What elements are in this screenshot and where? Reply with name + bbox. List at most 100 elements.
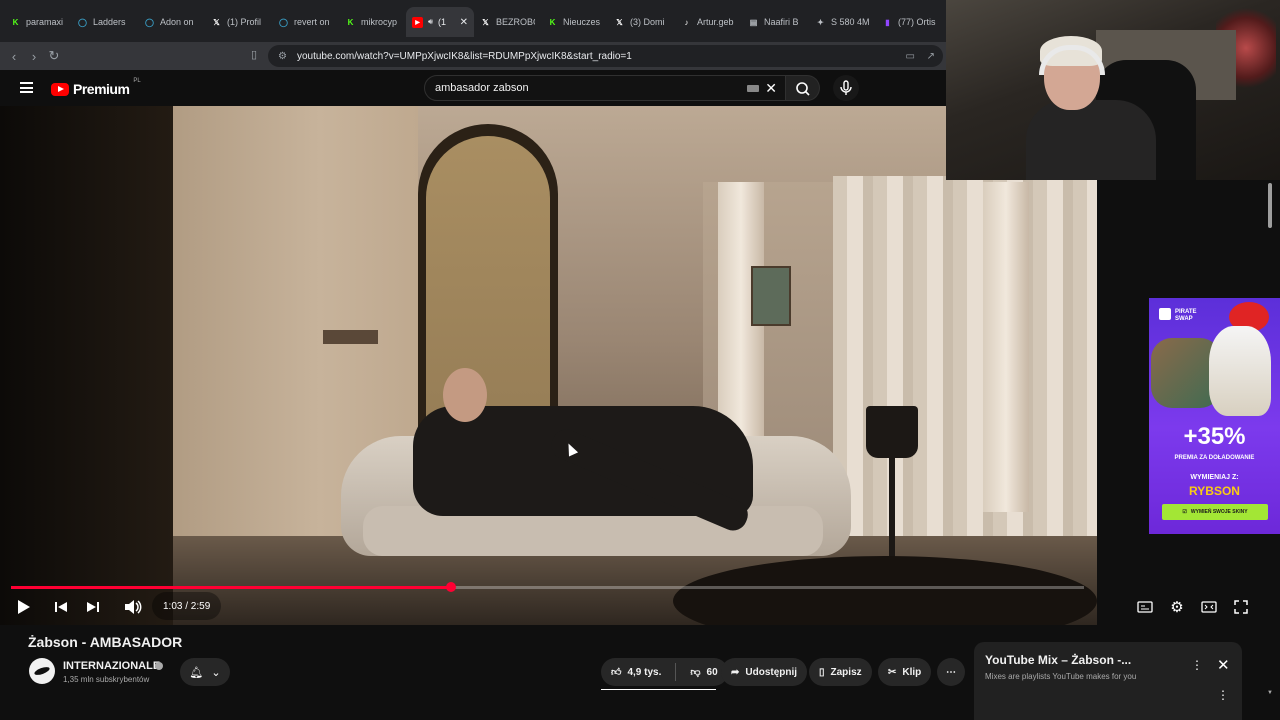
fullscreen-icon[interactable] [1232, 598, 1250, 616]
browser-tab[interactable]: ◯ Ladders [71, 7, 138, 37]
back-icon[interactable]: ‹ [4, 49, 24, 64]
browser-tab[interactable]: Kmikrocyp [339, 7, 406, 37]
voice-search-button[interactable] [833, 75, 859, 101]
ad-cta-label: WYMIEŃ SWOJE SKINY [1190, 509, 1248, 515]
subtitles-icon[interactable] [1136, 598, 1154, 616]
ad-subheadline: PREMIA ZA DOŁADOWANIE [1174, 455, 1255, 461]
install-icon[interactable]: ▭ [906, 51, 915, 62]
ad-partner: RYBSON [1189, 484, 1240, 498]
progress-bar[interactable] [11, 582, 1084, 592]
menu-icon[interactable] [20, 82, 33, 93]
browser-tab-label: S 580 4M [831, 17, 870, 27]
forward-icon[interactable]: › [24, 49, 44, 64]
time-display: 1:03 / 2:59 [152, 592, 222, 620]
save-button[interactable]: ▯ Zapisz [809, 658, 872, 686]
next-icon[interactable] [84, 598, 102, 616]
clear-search-icon[interactable]: ✕ [765, 80, 777, 97]
channel-avatar[interactable] [29, 658, 55, 684]
site-info-icon[interactable]: ⚙ [278, 51, 287, 62]
share-icon[interactable]: ↗ [927, 51, 935, 62]
ad-check-icon: ☑ [1182, 509, 1187, 515]
video-frame [173, 106, 1097, 625]
search-query: ambasador zabson [435, 82, 529, 94]
mix-menu-icon[interactable]: ⋮ [1191, 658, 1203, 672]
like-button[interactable]: 👍︎ 4,9 tys. [611, 666, 661, 679]
x-icon: 𝕏 [213, 17, 220, 27]
k-icon: K [12, 17, 19, 27]
settings-icon[interactable]: ⚙ [1168, 598, 1186, 616]
browser-tab-label: BEZROBO [496, 17, 535, 27]
bookmark-save-icon: ▯ [819, 666, 825, 678]
browser-tab[interactable]: 𝕏 BEZROBO [474, 7, 541, 37]
clip-button[interactable]: ✂ Klip [878, 658, 932, 686]
more-actions-button[interactable]: ⋯ [937, 658, 965, 686]
mix-more-icon[interactable]: ⋮ [1217, 688, 1229, 702]
search-button[interactable] [786, 75, 820, 101]
dislike-count: 60 [706, 666, 718, 678]
browser-tab[interactable]: ✦ S 580 4M [809, 7, 876, 37]
previous-icon[interactable] [52, 598, 70, 616]
mix-playlist-panel[interactable]: YouTube Mix – Żabson -... Mixes are play… [974, 642, 1242, 720]
close-tab-icon[interactable]: ✕ [460, 17, 468, 28]
dislike-button[interactable]: 👎︎ 60 [690, 666, 718, 679]
volume-icon[interactable] [124, 598, 142, 616]
share-label: Udostępnij [745, 666, 798, 678]
bookmark-icon[interactable]: ▯ [244, 48, 264, 61]
reload-icon[interactable]: ↻ [44, 48, 64, 64]
x-icon: 𝕏 [616, 17, 623, 27]
brand-label: Premium [73, 81, 130, 97]
browser-tab[interactable]: ♪ Artur.geb [675, 7, 742, 37]
keyboard-icon[interactable] [747, 85, 759, 92]
browser-tab-label: Ladders [93, 17, 126, 27]
audio-playing-icon[interactable]: 🔊︎ [428, 17, 433, 27]
youtube-logo[interactable]: Premium PL [51, 78, 141, 97]
like-ratio-bar [601, 689, 716, 690]
address-bar[interactable]: ⚙ youtube.com/watch?v=UMPpXjwcIK8&list=R… [268, 45, 943, 67]
progress-scrubber[interactable] [445, 582, 456, 592]
subscribed-button[interactable]: 🔔︎ ⌄ [180, 658, 230, 686]
scroll-down-icon[interactable]: ▼ [1266, 690, 1274, 696]
play-icon[interactable] [18, 600, 30, 614]
advertisement-banner[interactable]: PIRATE SWAP +35% PREMIA ZA DOŁADOWANIE W… [1149, 298, 1280, 534]
browser-tab-label: (1 [438, 17, 447, 27]
thumbs-up-icon: 👍︎ [611, 667, 622, 678]
time-text: 1:03 / 2:59 [163, 600, 211, 612]
webcam-overlay [946, 0, 1280, 180]
theater-mode-icon[interactable] [1200, 598, 1218, 616]
youtube-icon: ▶ [412, 16, 423, 28]
microphone-icon [840, 80, 852, 95]
video-letterbox [0, 106, 173, 625]
search-input[interactable]: ambasador zabson ✕ [424, 75, 786, 101]
browser-tab[interactable]: ▮ (77) Ortis [876, 7, 943, 37]
tiktok-icon: ♪ [684, 17, 689, 27]
ad-cta-button[interactable]: ☑ WYMIEŃ SWOJE SKINY [1162, 504, 1268, 520]
ring-icon: ◯ [279, 17, 288, 27]
verified-icon [155, 662, 163, 670]
k-icon: K [347, 17, 354, 27]
browser-tab-label: Nieuczes [563, 17, 601, 27]
browser-tab-label: (3) Domi [630, 17, 665, 27]
share-arrow-icon: ➦ [731, 666, 740, 678]
browser-tab[interactable]: ▤ Naafiri B [742, 7, 809, 37]
scrollbar-thumb[interactable] [1268, 183, 1272, 228]
browser-tab[interactable]: Kparamaxi [4, 7, 71, 37]
ad-logo-icon [1159, 308, 1171, 320]
share-button[interactable]: ➦ Udostępnij [721, 658, 808, 686]
url-text: youtube.com/watch?v=UMPpXjwcIK8&list=RDU… [296, 50, 632, 62]
chevron-down-icon: ⌄ [211, 666, 221, 679]
browser-tab[interactable]: ◯ Adon on [138, 7, 205, 37]
ring-icon: ◯ [78, 17, 87, 27]
browser-tab-label: revert on [294, 17, 330, 27]
mix-close-icon[interactable]: ✕ [1217, 656, 1230, 674]
mix-title: YouTube Mix – Żabson -... [985, 653, 1132, 667]
browser-tab[interactable]: ▶ 🔊︎ (1 ✕ [406, 7, 474, 37]
channel-name[interactable]: INTERNAZIONALE [63, 660, 160, 672]
video-player[interactable] [0, 106, 1097, 625]
doc-icon: ▤ [749, 17, 758, 27]
browser-tab-label: mikrocyp [361, 17, 398, 27]
browser-tab[interactable]: 𝕏 (3) Domi [608, 7, 675, 37]
ad-headline: +35% [1183, 423, 1246, 450]
browser-tab[interactable]: K Nieuczes [541, 7, 608, 37]
browser-tab[interactable]: 𝕏 (1) Profil [205, 7, 272, 37]
browser-tab[interactable]: ◯ revert on [272, 7, 339, 37]
